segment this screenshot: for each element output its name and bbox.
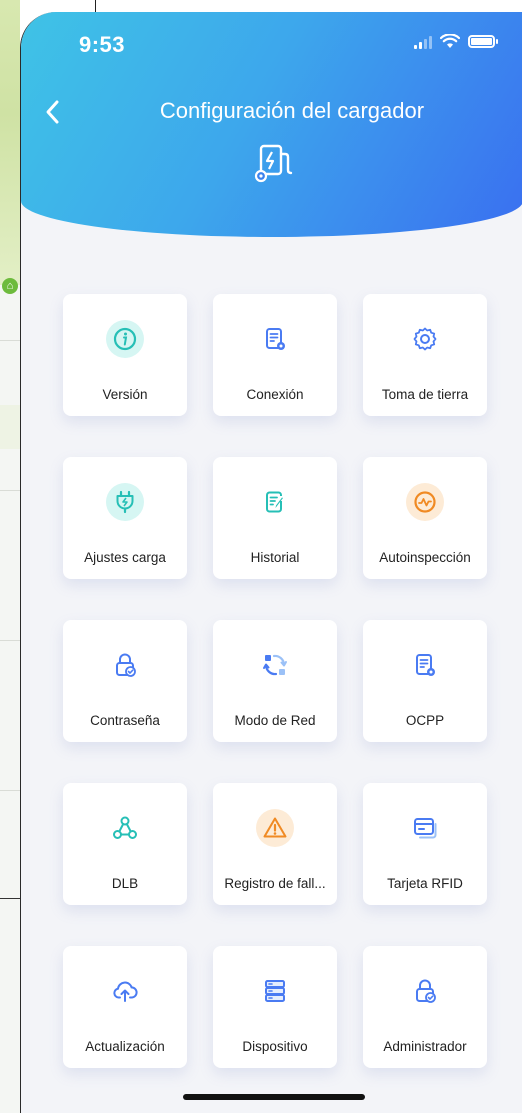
menu-card-self-inspection[interactable]: Autoinspección	[363, 457, 487, 579]
menu-card-label: Dispositivo	[242, 1039, 308, 1054]
network-sync-icon	[256, 646, 294, 684]
menu-card-version[interactable]: Versión	[63, 294, 187, 416]
page-title: Configuración del cargador	[159, 98, 425, 123]
menu-card-update[interactable]: Actualización	[63, 946, 187, 1068]
wifi-icon	[440, 34, 460, 48]
background-divider	[0, 640, 20, 641]
document-settings-icon	[256, 320, 294, 358]
menu-card-grounding[interactable]: Toma de tierra	[363, 294, 487, 416]
phone-screen: 9:53 Configuración del cargador Versión …	[20, 12, 522, 1113]
status-icons	[414, 34, 498, 49]
settings-grid: Versión Conexión Toma de tierra Ajustes …	[63, 294, 495, 1068]
background-divider	[0, 340, 20, 341]
menu-card-label: DLB	[111, 876, 139, 891]
menu-card-label: Administrador	[383, 1039, 467, 1054]
menu-card-label: Conexión	[246, 387, 304, 402]
menu-card-device[interactable]: Dispositivo	[213, 946, 337, 1068]
cloud-upload-icon	[106, 972, 144, 1010]
menu-card-label: Historial	[250, 550, 300, 565]
document-settings-icon	[406, 646, 444, 684]
diagnostic-icon	[406, 483, 444, 521]
menu-card-fault-log[interactable]: Registro de fall...	[213, 783, 337, 905]
menu-card-connection[interactable]: Conexión	[213, 294, 337, 416]
menu-card-label: Autoinspección	[379, 550, 471, 565]
background-frame-line	[0, 898, 20, 899]
status-time: 9:53	[79, 32, 126, 57]
cellular-signal-icon	[414, 35, 432, 49]
server-icon	[256, 972, 294, 1010]
gear-icon	[406, 320, 444, 358]
warning-icon	[256, 809, 294, 847]
lock-check-icon	[406, 972, 444, 1010]
menu-card-label: Ajustes carga	[84, 550, 166, 565]
background-row	[0, 405, 20, 449]
menu-card-label: Modo de Red	[234, 713, 316, 728]
rfid-card-icon	[406, 809, 444, 847]
menu-card-rfid[interactable]: Tarjeta RFID	[363, 783, 487, 905]
menu-card-label: Tarjeta RFID	[387, 876, 463, 891]
menu-card-label: Contraseña	[90, 713, 160, 728]
menu-card-dlb[interactable]: DLB	[63, 783, 187, 905]
document-edit-icon	[256, 483, 294, 521]
menu-card-label: Actualización	[85, 1039, 165, 1054]
charger-icon	[254, 144, 293, 183]
plug-icon	[106, 483, 144, 521]
battery-icon	[468, 35, 498, 48]
background-home-icon: ⌂	[2, 278, 18, 294]
lock-check-icon	[106, 646, 144, 684]
menu-card-password[interactable]: Contraseña	[63, 620, 187, 742]
menu-card-label: OCPP	[405, 713, 445, 728]
menu-card-label: Toma de tierra	[381, 387, 469, 402]
menu-card-ocpp[interactable]: OCPP	[363, 620, 487, 742]
menu-card-history[interactable]: Historial	[213, 457, 337, 579]
menu-card-charge-settings[interactable]: Ajustes carga	[63, 457, 187, 579]
info-icon	[106, 320, 144, 358]
menu-card-administrator[interactable]: Administrador	[363, 946, 487, 1068]
background-divider	[0, 490, 20, 491]
back-button[interactable]	[35, 94, 71, 130]
network-nodes-icon	[106, 809, 144, 847]
background-divider	[0, 790, 20, 791]
header: 9:53 Configuración del cargador	[21, 12, 522, 237]
chevron-left-icon	[46, 100, 59, 124]
menu-card-network-mode[interactable]: Modo de Red	[213, 620, 337, 742]
menu-card-label: Versión	[102, 387, 148, 402]
home-indicator[interactable]	[183, 1094, 365, 1100]
background-green-panel	[0, 0, 20, 285]
menu-card-label: Registro de fall...	[224, 876, 326, 891]
